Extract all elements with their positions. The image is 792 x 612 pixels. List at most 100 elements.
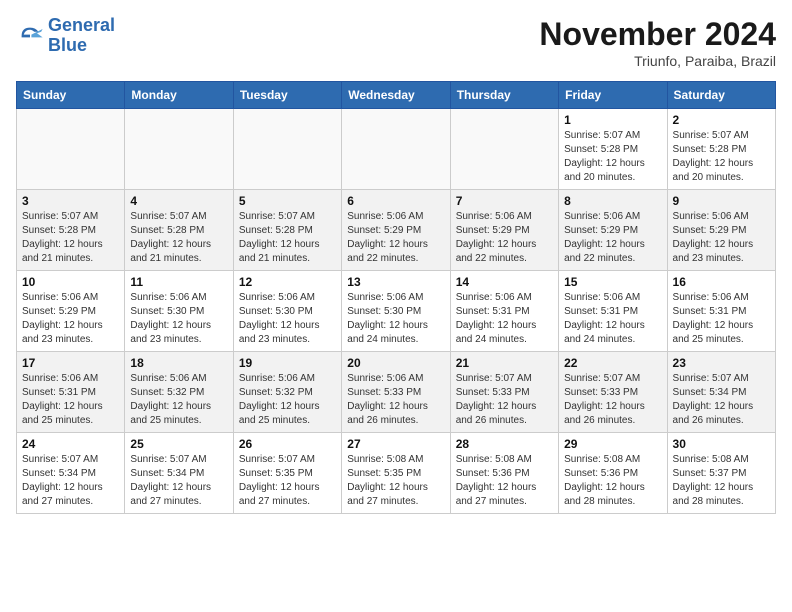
location-subtitle: Triunfo, Paraiba, Brazil xyxy=(539,53,776,69)
day-info: Sunrise: 5:07 AM Sunset: 5:33 PM Dayligh… xyxy=(456,372,553,428)
calendar-table: SundayMondayTuesdayWednesdayThursdayFrid… xyxy=(16,81,776,514)
day-info: Sunrise: 5:06 AM Sunset: 5:31 PM Dayligh… xyxy=(456,291,553,347)
calendar-cell: 3 Sunrise: 5:07 AM Sunset: 5:28 PM Daylig… xyxy=(17,190,125,271)
day-info: Sunrise: 5:06 AM Sunset: 5:30 PM Dayligh… xyxy=(239,291,336,347)
day-number: 8 xyxy=(564,194,661,208)
calendar-week-row: 17 Sunrise: 5:06 AM Sunset: 5:31 PM Dayli… xyxy=(17,352,776,433)
day-info: Sunrise: 5:06 AM Sunset: 5:33 PM Dayligh… xyxy=(347,372,444,428)
calendar-cell: 7 Sunrise: 5:06 AM Sunset: 5:29 PM Daylig… xyxy=(450,190,558,271)
calendar-body: 1 Sunrise: 5:07 AM Sunset: 5:28 PM Daylig… xyxy=(17,109,776,514)
day-info: Sunrise: 5:07 AM Sunset: 5:34 PM Dayligh… xyxy=(130,453,227,509)
calendar-cell: 26 Sunrise: 5:07 AM Sunset: 5:35 PM Dayli… xyxy=(233,433,341,514)
day-info: Sunrise: 5:07 AM Sunset: 5:35 PM Dayligh… xyxy=(239,453,336,509)
day-number: 14 xyxy=(456,275,553,289)
day-info: Sunrise: 5:08 AM Sunset: 5:36 PM Dayligh… xyxy=(564,453,661,509)
calendar-cell xyxy=(342,109,450,190)
calendar-cell: 5Sunrise: 5:07 AM Sunset: 5:28 PM Daylig… xyxy=(233,190,341,271)
day-number: 17 xyxy=(22,356,119,370)
day-info: Sunrise: 5:07 AM Sunset: 5:34 PM Dayligh… xyxy=(22,453,119,509)
day-number: 21 xyxy=(456,356,553,370)
calendar-cell: 9 Sunrise: 5:06 AM Sunset: 5:29 PM Daylig… xyxy=(667,190,775,271)
page-header: General Blue November 2024 Triunfo, Para… xyxy=(16,16,776,69)
day-number: 13 xyxy=(347,275,444,289)
day-info: Sunrise: 5:06 AM Sunset: 5:29 PM Dayligh… xyxy=(22,291,119,347)
weekday-header-tuesday: Tuesday xyxy=(233,82,341,109)
calendar-cell xyxy=(450,109,558,190)
day-info: Sunrise: 5:06 AM Sunset: 5:29 PM Dayligh… xyxy=(673,210,770,266)
day-info: Sunrise: 5:08 AM Sunset: 5:36 PM Dayligh… xyxy=(456,453,553,509)
calendar-cell: 23 Sunrise: 5:07 AM Sunset: 5:34 PM Dayli… xyxy=(667,352,775,433)
calendar-cell: 13 Sunrise: 5:06 AM Sunset: 5:30 PM Dayli… xyxy=(342,271,450,352)
calendar-cell: 14 Sunrise: 5:06 AM Sunset: 5:31 PM Dayli… xyxy=(450,271,558,352)
day-number: 23 xyxy=(673,356,770,370)
calendar-cell: 10Sunrise: 5:06 AM Sunset: 5:29 PM Dayli… xyxy=(17,271,125,352)
calendar-cell: 19 Sunrise: 5:06 AM Sunset: 5:32 PM Dayli… xyxy=(233,352,341,433)
day-number: 9 xyxy=(673,194,770,208)
day-number: 1 xyxy=(564,113,661,127)
day-number: 15 xyxy=(564,275,661,289)
weekday-header-saturday: Saturday xyxy=(667,82,775,109)
day-number: 3 xyxy=(22,194,119,208)
day-number: 27 xyxy=(347,437,444,451)
day-info: Sunrise: 5:08 AM Sunset: 5:37 PM Dayligh… xyxy=(673,453,770,509)
calendar-cell: 17 Sunrise: 5:06 AM Sunset: 5:31 PM Dayli… xyxy=(17,352,125,433)
calendar-week-row: 10Sunrise: 5:06 AM Sunset: 5:29 PM Dayli… xyxy=(17,271,776,352)
weekday-header-wednesday: Wednesday xyxy=(342,82,450,109)
day-info: Sunrise: 5:06 AM Sunset: 5:31 PM Dayligh… xyxy=(564,291,661,347)
calendar-cell: 11 Sunrise: 5:06 AM Sunset: 5:30 PM Dayli… xyxy=(125,271,233,352)
logo-text-block: General Blue xyxy=(48,16,115,56)
calendar-cell: 15 Sunrise: 5:06 AM Sunset: 5:31 PM Dayli… xyxy=(559,271,667,352)
day-info: Sunrise: 5:06 AM Sunset: 5:30 PM Dayligh… xyxy=(130,291,227,347)
day-info: Sunrise: 5:06 AM Sunset: 5:30 PM Dayligh… xyxy=(347,291,444,347)
day-info: Sunrise: 5:06 AM Sunset: 5:29 PM Dayligh… xyxy=(347,210,444,266)
calendar-header: SundayMondayTuesdayWednesdayThursdayFrid… xyxy=(17,82,776,109)
day-number: 30 xyxy=(673,437,770,451)
weekday-header-thursday: Thursday xyxy=(450,82,558,109)
day-info: Sunrise: 5:07 AM Sunset: 5:28 PM Dayligh… xyxy=(564,129,661,185)
month-title: November 2024 xyxy=(539,16,776,53)
day-info: Sunrise: 5:06 AM Sunset: 5:29 PM Dayligh… xyxy=(564,210,661,266)
weekday-header-monday: Monday xyxy=(125,82,233,109)
day-number: 2 xyxy=(673,113,770,127)
day-number: 7 xyxy=(456,194,553,208)
day-info: Sunrise: 5:07 AM Sunset: 5:28 PM Dayligh… xyxy=(22,210,119,266)
calendar-cell: 2Sunrise: 5:07 AM Sunset: 5:28 PM Daylig… xyxy=(667,109,775,190)
calendar-cell xyxy=(125,109,233,190)
day-info: Sunrise: 5:06 AM Sunset: 5:32 PM Dayligh… xyxy=(130,372,227,428)
calendar-cell: 1 Sunrise: 5:07 AM Sunset: 5:28 PM Daylig… xyxy=(559,109,667,190)
calendar-cell: 22Sunrise: 5:07 AM Sunset: 5:33 PM Dayli… xyxy=(559,352,667,433)
day-info: Sunrise: 5:07 AM Sunset: 5:28 PM Dayligh… xyxy=(130,210,227,266)
title-block: November 2024 Triunfo, Paraiba, Brazil xyxy=(539,16,776,69)
calendar-week-row: 24Sunrise: 5:07 AM Sunset: 5:34 PM Dayli… xyxy=(17,433,776,514)
day-number: 19 xyxy=(239,356,336,370)
day-info: Sunrise: 5:07 AM Sunset: 5:34 PM Dayligh… xyxy=(673,372,770,428)
day-number: 11 xyxy=(130,275,227,289)
day-number: 16 xyxy=(673,275,770,289)
day-number: 5 xyxy=(239,194,336,208)
day-info: Sunrise: 5:06 AM Sunset: 5:32 PM Dayligh… xyxy=(239,372,336,428)
day-number: 18 xyxy=(130,356,227,370)
calendar-cell: 25 Sunrise: 5:07 AM Sunset: 5:34 PM Dayli… xyxy=(125,433,233,514)
calendar-cell: 4 Sunrise: 5:07 AM Sunset: 5:28 PM Daylig… xyxy=(125,190,233,271)
day-number: 25 xyxy=(130,437,227,451)
calendar-cell: 27Sunrise: 5:08 AM Sunset: 5:35 PM Dayli… xyxy=(342,433,450,514)
logo-icon xyxy=(16,22,44,50)
logo-line1: General xyxy=(48,15,115,35)
day-number: 22 xyxy=(564,356,661,370)
day-number: 26 xyxy=(239,437,336,451)
calendar-cell: 16 Sunrise: 5:06 AM Sunset: 5:31 PM Dayli… xyxy=(667,271,775,352)
day-info: Sunrise: 5:06 AM Sunset: 5:31 PM Dayligh… xyxy=(673,291,770,347)
calendar-cell: 24Sunrise: 5:07 AM Sunset: 5:34 PM Dayli… xyxy=(17,433,125,514)
logo-line2: Blue xyxy=(48,35,87,55)
calendar-cell: 21 Sunrise: 5:07 AM Sunset: 5:33 PM Dayli… xyxy=(450,352,558,433)
calendar-week-row: 1 Sunrise: 5:07 AM Sunset: 5:28 PM Daylig… xyxy=(17,109,776,190)
calendar-cell xyxy=(233,109,341,190)
day-info: Sunrise: 5:06 AM Sunset: 5:31 PM Dayligh… xyxy=(22,372,119,428)
day-number: 28 xyxy=(456,437,553,451)
day-info: Sunrise: 5:06 AM Sunset: 5:29 PM Dayligh… xyxy=(456,210,553,266)
calendar-cell: 18 Sunrise: 5:06 AM Sunset: 5:32 PM Dayli… xyxy=(125,352,233,433)
day-number: 4 xyxy=(130,194,227,208)
calendar-cell: 12Sunrise: 5:06 AM Sunset: 5:30 PM Dayli… xyxy=(233,271,341,352)
weekday-header-sunday: Sunday xyxy=(17,82,125,109)
calendar-cell: 29Sunrise: 5:08 AM Sunset: 5:36 PM Dayli… xyxy=(559,433,667,514)
